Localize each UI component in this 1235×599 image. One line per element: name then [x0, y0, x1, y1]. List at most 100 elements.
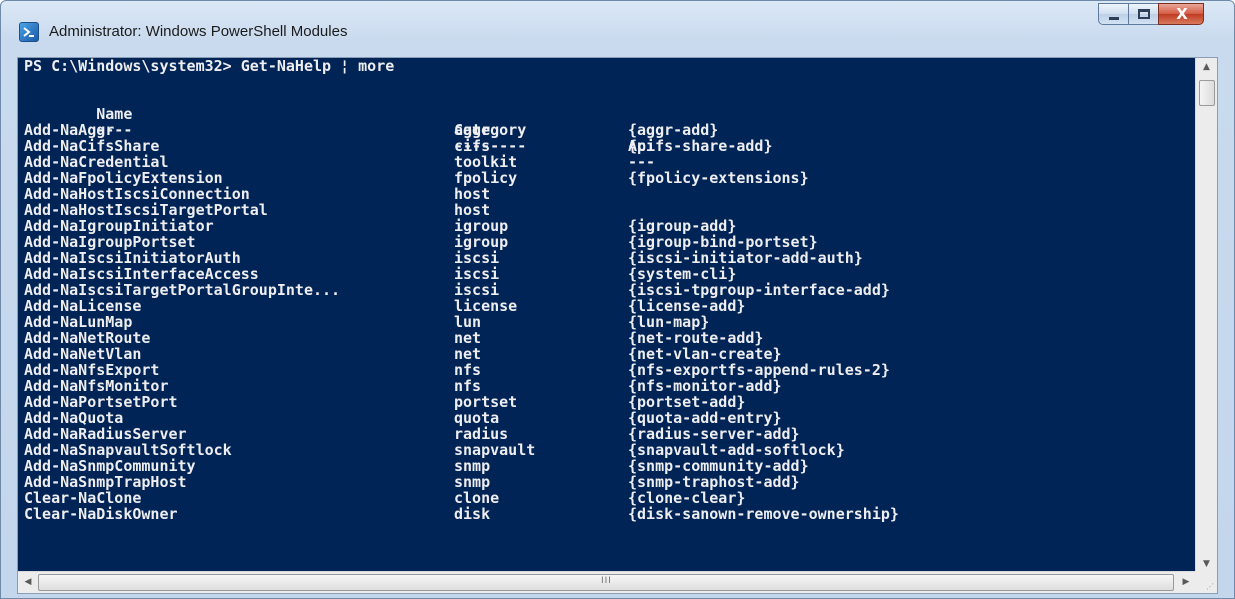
powershell-window: Administrator: Windows PowerShell Module…: [0, 0, 1235, 599]
table-row: Add-NaHostIscsiTargetPortal host: [24, 202, 490, 218]
scroll-up-icon[interactable]: ▲: [1196, 58, 1217, 76]
table-row: Add-NaPortsetPort portset {portset-add}: [24, 394, 745, 410]
row-category: iscsi: [454, 281, 500, 299]
row-category: host: [454, 185, 491, 203]
table-row: Add-NaIscsiInterfaceAccess iscsi {system-c…: [24, 266, 736, 282]
table-row: Add-NaHostIscsiConnection host: [24, 186, 490, 202]
maximize-button[interactable]: [1128, 3, 1158, 25]
row-api: {nfs-monitor-add}: [628, 377, 782, 395]
row-api: {lun-map}: [628, 313, 710, 331]
table-row: Add-NaNfsMonitor nfs {nfs-monitor-add}: [24, 378, 782, 394]
row-category: igroup: [454, 233, 509, 251]
table-row: Add-NaFpolicyExtension fpolicy {fpolicy-ex…: [24, 170, 809, 186]
row-api: {license-add}: [628, 297, 746, 315]
row-api: {cifs-share-add}: [628, 137, 773, 155]
scroll-right-icon[interactable]: ▶: [1176, 572, 1196, 593]
underline-api: ---: [628, 153, 656, 171]
table-row: Add-NaIscsiTargetPortalGroupInte... iscsi…: [24, 282, 890, 298]
table-row: Clear-NaClone clone {clone-clear}: [24, 490, 745, 506]
close-icon: X: [1176, 5, 1188, 23]
table-row: Add-NaLunMap lun {lun-map}: [24, 314, 709, 330]
row-category: snmp: [454, 457, 491, 475]
row-api: {snmp-community-add}: [628, 457, 809, 475]
row-api: {nfs-exportfs-append-rules-2}: [628, 361, 890, 379]
row-api: {igroup-bind-portset}: [628, 233, 818, 251]
row-category: snmp: [454, 473, 491, 491]
row-category: quota: [454, 409, 500, 427]
row-category: cifs: [454, 137, 491, 155]
table-row: Add-NaIgroupInitiator igroup {igroup-add}: [24, 218, 736, 234]
table-row: Add-NaLicense license {license-add}: [24, 298, 745, 314]
table-row: Add-NaNetRoute net {net-route-add}: [24, 330, 763, 346]
table-row: Add-NaCifsShare cifs {cifs-share-add}: [24, 138, 773, 154]
row-api: {portset-add}: [628, 393, 746, 411]
row-api: {net-vlan-create}: [628, 345, 782, 363]
console-frame: PS C:\Windows\system32> Get-NaHelp ¦ mor…: [17, 57, 1218, 594]
table-row: Add-NaNetVlan net {net-vlan-create}: [24, 346, 782, 362]
row-category: net: [454, 329, 482, 347]
table-row: Add-NaRadiusServer radius {radius-server-a…: [24, 426, 800, 442]
row-api: {snapvault-add-softlock}: [628, 441, 845, 459]
table-row: Clear-NaDiskOwner disk {disk-sanown-remove…: [24, 505, 899, 523]
row-api: {disk-sanown-remove-ownership}: [628, 505, 899, 523]
table-row: Add-NaCredential toolkit: [24, 154, 517, 170]
close-button[interactable]: X: [1158, 3, 1204, 25]
row-api: {iscsi-tpgroup-interface-add}: [628, 281, 890, 299]
row-category: iscsi: [454, 249, 500, 267]
row-category: igroup: [454, 217, 509, 235]
row-category: lun: [454, 313, 482, 331]
row-category: host: [454, 201, 491, 219]
horizontal-scroll-thumb[interactable]: III: [38, 574, 1174, 591]
row-category: license: [454, 297, 518, 315]
row-api: {igroup-add}: [628, 217, 737, 235]
window-title: Administrator: Windows PowerShell Module…: [49, 23, 348, 40]
table-row: Add-NaQuota quota {quota-add-entry}: [24, 410, 782, 426]
header-underline-row: ---- -------- ---: [24, 106, 655, 170]
caption-buttons: X: [1098, 3, 1204, 27]
size-grip[interactable]: ⋰: [1195, 571, 1217, 593]
row-category: net: [454, 345, 482, 363]
minimize-icon: [1109, 17, 1119, 20]
maximize-icon: [1138, 9, 1150, 19]
grip-icon: III: [601, 576, 612, 586]
console-output[interactable]: PS C:\Windows\system32> Get-NaHelp ¦ mor…: [18, 58, 1196, 573]
row-category: clone: [454, 489, 500, 507]
row-category: toolkit: [454, 153, 518, 171]
row-category: radius: [454, 425, 509, 443]
powershell-icon[interactable]: [19, 22, 39, 42]
row-api: {clone-clear}: [628, 489, 746, 507]
vertical-scroll-thumb[interactable]: [1199, 80, 1215, 106]
header-row: Name Category Api: [24, 90, 655, 154]
row-category: disk: [454, 505, 491, 523]
row-api: {radius-server-add}: [628, 425, 800, 443]
row-category: nfs: [454, 377, 482, 395]
table-row: Add-NaSnmpCommunity snmp {snmp-community-a…: [24, 458, 809, 474]
row-category: iscsi: [454, 265, 500, 283]
row-category: fpolicy: [454, 169, 518, 187]
row-category: snapvault: [454, 441, 536, 459]
row-category: portset: [454, 393, 518, 411]
horizontal-scrollbar[interactable]: ◀ III ▶: [18, 571, 1196, 593]
row-api: {quota-add-entry}: [628, 409, 782, 427]
title-bar[interactable]: Administrator: Windows PowerShell Module…: [1, 1, 1234, 57]
row-api: {net-route-add}: [628, 329, 764, 347]
table-row: Add-NaSnmpTrapHost snmp {snmp-traphost-add…: [24, 474, 800, 490]
row-api: {aggr-add}: [628, 121, 719, 139]
row-api: {system-cli}: [628, 265, 737, 283]
size-grip-icon: ⋰: [1206, 582, 1214, 591]
minimize-button[interactable]: [1098, 3, 1128, 25]
table-row: Add-NaIgroupPortset igroup {igroup-bind-po…: [24, 234, 818, 250]
table-row: Add-NaNfsExport nfs {nfs-exportfs-append-r…: [24, 362, 890, 378]
row-category: aggr: [454, 121, 491, 139]
vertical-scrollbar[interactable]: ▲ ▼: [1195, 58, 1217, 573]
table-row: Add-NaIscsiInitiatorAuth iscsi {iscsi-init…: [24, 250, 863, 266]
table-row: Add-NaAggr aggr {aggr-add}: [24, 122, 718, 138]
row-name: Clear-NaDiskOwner: [24, 505, 178, 523]
row-api: {iscsi-initiator-add-auth}: [628, 249, 863, 267]
row-api: {fpolicy-extensions}: [628, 169, 809, 187]
command-prompt-line: PS C:\Windows\system32> Get-NaHelp ¦ mor…: [24, 58, 395, 75]
table-row: Add-NaSnapvaultSoftlock snapvault {snapvau…: [24, 442, 845, 458]
scroll-left-icon[interactable]: ◀: [18, 572, 38, 593]
row-api: {snmp-traphost-add}: [628, 473, 800, 491]
row-category: nfs: [454, 361, 482, 379]
